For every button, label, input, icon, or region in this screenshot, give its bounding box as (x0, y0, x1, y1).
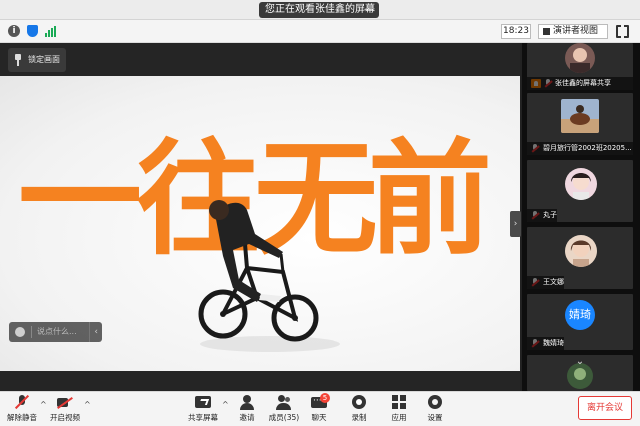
signal-icon[interactable] (45, 26, 57, 37)
leave-meeting-button[interactable]: 离开会议 (578, 396, 632, 420)
invite-button[interactable]: 邀请 (236, 395, 258, 425)
video-tile[interactable]: 丸子 (527, 160, 633, 222)
video-off-icon (57, 395, 73, 410)
meeting-toolbar: 解除静音 ^ 开启视频 ^ 共享屏幕 ^ 邀请 成员(35) 聊天 5 录制 (0, 391, 640, 426)
start-video-button[interactable]: 开启视频 (48, 395, 82, 425)
video-tile[interactable]: 碧月旅行管2002班20205... (527, 93, 633, 155)
participant-avatar: 婧琦 (565, 300, 595, 330)
invite-label: 邀请 (239, 413, 255, 422)
minimize-icon[interactable]: — (364, 2, 374, 18)
participant-name: 王文娜 (527, 276, 564, 289)
video-options-caret[interactable]: ^ (84, 401, 92, 409)
share-screen-button[interactable]: 共享屏幕 (186, 395, 220, 425)
meeting-clock: 18:23 (501, 24, 531, 39)
emoji-icon[interactable] (15, 327, 25, 337)
share-screen-label: 共享屏幕 (188, 413, 218, 422)
video-tile[interactable]: 婧琦 魏婧琦 (527, 294, 633, 350)
invite-icon (239, 395, 255, 410)
video-tile[interactable]: 张佳鑫的屏幕共享 (527, 43, 633, 90)
members-label: 成员(35) (268, 413, 300, 422)
panel-collapse-handle[interactable]: › (510, 211, 521, 237)
participant-name: 张佳鑫的屏幕共享 (527, 77, 633, 90)
participant-name: 丸子 (527, 209, 557, 222)
participant-avatar (565, 235, 597, 267)
participant-panel: 张佳鑫的屏幕共享 碧月旅行管2002班20205... 丸子 王文娜 婧琦 魏婧… (522, 43, 640, 391)
participant-avatar (565, 168, 597, 200)
chat-collapse-icon[interactable]: ‹ (89, 322, 98, 342)
slogan-char: 前 (368, 128, 493, 272)
view-mode-dropdown[interactable]: 演讲者视图 (538, 24, 608, 39)
viewing-screen-banner[interactable]: 您正在观看张佳鑫的屏幕 — (259, 2, 379, 18)
members-button[interactable]: 成员(35) (268, 395, 300, 425)
chevron-down-icon[interactable]: ⌄ (572, 356, 588, 370)
settings-label: 设置 (427, 413, 443, 422)
settings-button[interactable]: 设置 (424, 395, 446, 425)
unmute-label: 解除静音 (7, 413, 37, 422)
window-title: 您正在观看张佳鑫的屏幕 (265, 4, 375, 15)
participant-name: 碧月旅行管2002班20205... (527, 142, 633, 155)
start-video-label: 开启视频 (50, 413, 80, 422)
info-icon[interactable]: i (8, 25, 20, 37)
meeting-window: 您正在观看张佳鑫的屏幕 — i 18:23 演讲者视图 锁定画面 一 往 无 前 (0, 0, 640, 426)
cyclist-illustration (198, 200, 340, 352)
share-options-caret[interactable]: ^ (222, 401, 230, 409)
chat-divider (31, 326, 32, 338)
pin-view-label: 锁定画面 (28, 55, 60, 64)
pin-icon (15, 54, 21, 66)
share-bottom-bar (0, 371, 520, 391)
chat-unread-badge: 5 (320, 393, 330, 403)
pin-view-button[interactable]: 锁定画面 (8, 48, 66, 72)
muted-mic-icon (14, 395, 30, 410)
apps-button[interactable]: 应用 (388, 395, 410, 425)
shield-icon[interactable] (27, 25, 38, 37)
record-icon (351, 395, 367, 410)
title-bar: 您正在观看张佳鑫的屏幕 — (0, 0, 640, 20)
slogan-char: 一 (18, 128, 143, 272)
shared-screen: 一 往 无 前 说点什么... ‹ (0, 76, 520, 371)
record-button[interactable]: 录制 (348, 395, 370, 425)
participant-avatar (561, 99, 599, 133)
gear-icon (427, 395, 443, 410)
chat-label: 聊天 (311, 413, 327, 422)
audio-options-caret[interactable]: ^ (40, 401, 48, 409)
status-bar: i 18:23 演讲者视图 (0, 20, 640, 43)
members-icon (276, 395, 292, 410)
participant-avatar (565, 43, 595, 73)
share-screen-icon (195, 395, 211, 410)
video-tile[interactable]: 王文娜 (527, 227, 633, 289)
fullscreen-icon[interactable] (616, 24, 629, 39)
share-top-bar (0, 43, 520, 76)
participant-name: 魏婧琦 (527, 337, 564, 350)
apps-label: 应用 (391, 413, 407, 422)
unmute-button[interactable]: 解除静音 (6, 395, 38, 425)
chat-input[interactable]: 说点什么... ‹ (9, 322, 102, 342)
record-label: 录制 (351, 413, 367, 422)
apps-icon (391, 395, 407, 410)
chat-placeholder: 说点什么... (37, 327, 77, 336)
